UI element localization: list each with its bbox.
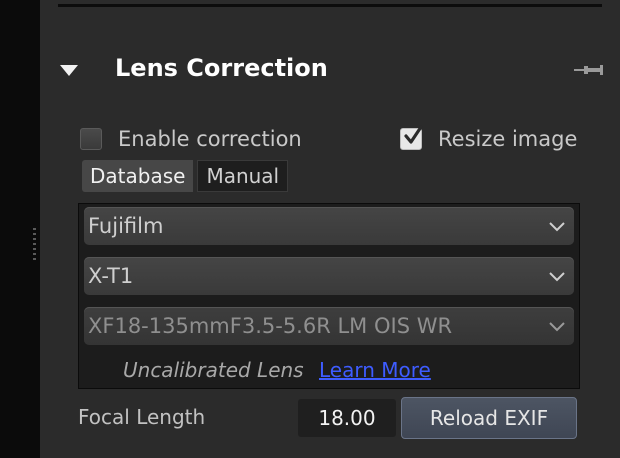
focal-length-field[interactable]: 18.00 bbox=[298, 399, 396, 437]
make-dropdown[interactable]: Fujifilm bbox=[84, 207, 574, 245]
enable-correction-label: Enable correction bbox=[118, 127, 302, 151]
lens-status-text: Uncalibrated Lens bbox=[123, 358, 304, 382]
enable-correction-row[interactable]: Enable correction bbox=[80, 124, 302, 154]
reload-exif-button[interactable]: Reload EXIF bbox=[401, 397, 577, 439]
chevron-down-icon bbox=[549, 222, 565, 232]
focal-length-label: Focal Length bbox=[78, 405, 206, 429]
resize-grip[interactable] bbox=[33, 228, 36, 262]
chevron-down-icon bbox=[549, 272, 565, 282]
mode-tabs: Database Manual bbox=[82, 160, 289, 194]
resize-image-row[interactable]: Resize image bbox=[400, 124, 577, 154]
lens-correction-panel: Lens Correction Enable correction Resize… bbox=[40, 0, 620, 458]
learn-more-link[interactable]: Learn More bbox=[319, 358, 431, 382]
model-value: X-T1 bbox=[88, 264, 134, 288]
panel-header[interactable]: Lens Correction bbox=[40, 46, 620, 96]
tab-database[interactable]: Database bbox=[82, 160, 194, 192]
triangle-down-icon[interactable] bbox=[60, 65, 78, 76]
make-value: Fujifilm bbox=[88, 214, 164, 238]
enable-correction-checkbox[interactable] bbox=[80, 128, 102, 150]
top-divider bbox=[58, 4, 602, 7]
model-dropdown[interactable]: X-T1 bbox=[84, 257, 574, 295]
lens-dropdown[interactable]: XF18-135mmF3.5-5.6R LM OIS WR bbox=[84, 307, 574, 345]
resize-image-label: Resize image bbox=[438, 127, 578, 151]
pin-icon[interactable] bbox=[574, 62, 604, 78]
chevron-down-icon bbox=[549, 322, 565, 332]
database-box: Fujifilm X-T1 XF18-135mmF3.5-5.6R LM OIS… bbox=[78, 203, 580, 389]
panel-title: Lens Correction bbox=[115, 54, 328, 82]
lens-value: XF18-135mmF3.5-5.6R LM OIS WR bbox=[88, 314, 453, 338]
resize-image-checkbox[interactable] bbox=[400, 125, 423, 150]
checkmark-icon bbox=[404, 125, 423, 144]
tab-manual[interactable]: Manual bbox=[197, 160, 289, 192]
left-strip bbox=[0, 0, 40, 458]
